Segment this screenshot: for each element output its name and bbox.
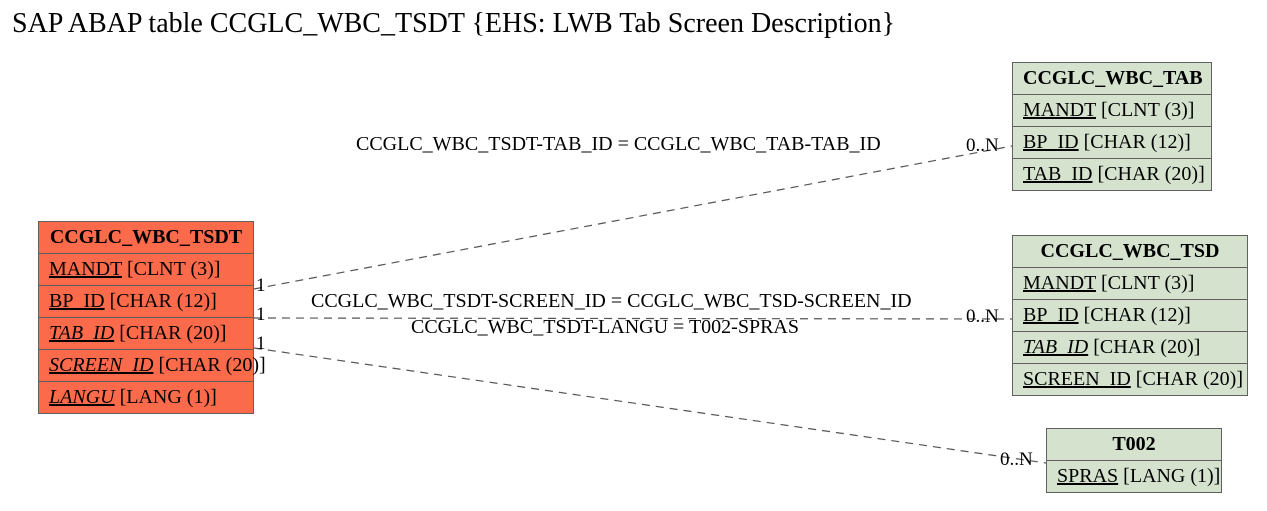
card-t002: 0..N: [1000, 449, 1033, 471]
entity-field: MANDT [CLNT (3)]: [1013, 95, 1211, 127]
page-title: SAP ABAP table CCGLC_WBC_TSDT {EHS: LWB …: [12, 8, 895, 40]
entity-ccglc-wbc-tab: CCGLC_WBC_TAB MANDT [CLNT (3)] BP_ID [CH…: [1012, 62, 1212, 191]
entity-field: MANDT [CLNT (3)]: [39, 254, 253, 286]
entity-field: MANDT [CLNT (3)]: [1013, 268, 1247, 300]
relation-tsd: CCGLC_WBC_TSDT-SCREEN_ID = CCGLC_WBC_TSD…: [311, 290, 912, 313]
entity-field: BP_ID [CHAR (12)]: [1013, 300, 1247, 332]
entity-field: SCREEN_ID [CHAR (20)]: [1013, 364, 1247, 395]
relation-tab: CCGLC_WBC_TSDT-TAB_ID = CCGLC_WBC_TAB-TA…: [356, 133, 881, 156]
relation-t002: CCGLC_WBC_TSDT-LANGU = T002-SPRAS: [411, 316, 799, 339]
entity-header: CCGLC_WBC_TAB: [1013, 63, 1211, 95]
entity-t002: T002 SPRAS [LANG (1)]: [1046, 428, 1222, 493]
entity-field: BP_ID [CHAR (12)]: [39, 286, 253, 318]
entity-field: LANGU [LANG (1)]: [39, 382, 253, 413]
entity-header: CCGLC_WBC_TSDT: [39, 222, 253, 254]
entity-header: T002: [1047, 429, 1221, 461]
card-main-1a: 1: [256, 275, 266, 297]
entity-field: SPRAS [LANG (1)]: [1047, 461, 1221, 492]
entity-field: SCREEN_ID [CHAR (20)]: [39, 350, 253, 382]
entity-ccglc-wbc-tsdt: CCGLC_WBC_TSDT MANDT [CLNT (3)] BP_ID [C…: [38, 221, 254, 414]
entity-field: BP_ID [CHAR (12)]: [1013, 127, 1211, 159]
entity-field: TAB_ID [CHAR (20)]: [39, 318, 253, 350]
card-main-1c: 1: [256, 333, 266, 355]
entity-ccglc-wbc-tsd: CCGLC_WBC_TSD MANDT [CLNT (3)] BP_ID [CH…: [1012, 235, 1248, 396]
entity-header: CCGLC_WBC_TSD: [1013, 236, 1247, 268]
entity-field: TAB_ID [CHAR (20)]: [1013, 332, 1247, 364]
card-main-1b: 1: [256, 304, 266, 326]
card-tsd: 0..N: [966, 306, 999, 328]
card-tab: 0..N: [966, 135, 999, 157]
entity-field: TAB_ID [CHAR (20)]: [1013, 159, 1211, 190]
